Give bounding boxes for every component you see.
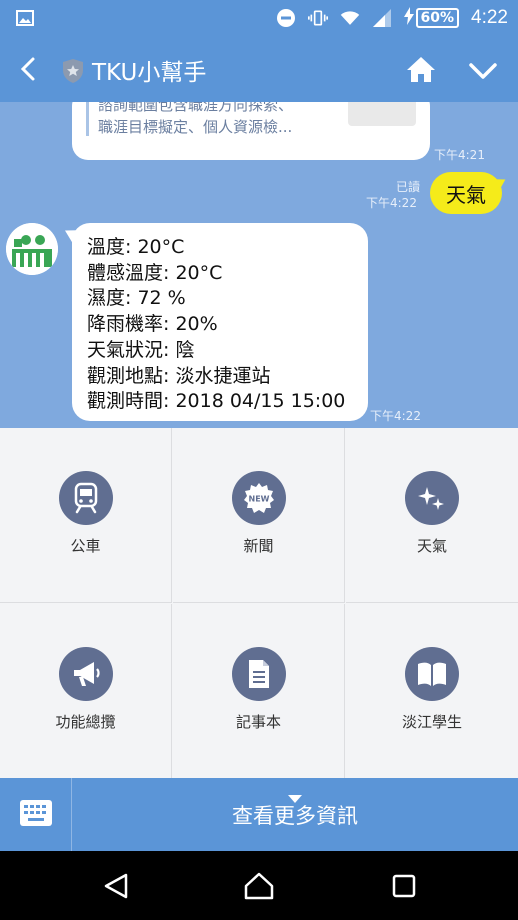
clock: 4:22	[471, 7, 508, 28]
weather-line: 體感溫度: 20°C	[87, 261, 223, 284]
menu-item-label: 新聞	[243, 537, 274, 555]
megaphone-icon	[59, 647, 113, 701]
document-icon	[232, 647, 286, 701]
menu-item-label: 記事本	[235, 713, 281, 731]
quote-bar	[86, 102, 89, 136]
weather-line: 觀測地點: 淡水捷運站	[87, 364, 271, 387]
new-badge-icon: NEW	[232, 471, 286, 525]
rich-menu: 公車 NEW 新聞 天氣 功能總攬 記事本 淡江學生	[0, 428, 518, 779]
weather-line: 觀測時間: 2018 04/15 15:00	[87, 390, 346, 413]
menu-item-news[interactable]: NEW 新聞	[173, 428, 345, 603]
weather-line: 天氣狀況: 陰	[87, 338, 195, 361]
back-icon[interactable]	[14, 54, 44, 84]
shield-icon	[61, 58, 85, 84]
message-time: 下午4:21	[434, 148, 485, 162]
nav-home-icon[interactable]	[244, 871, 274, 901]
home-icon[interactable]	[404, 52, 438, 86]
bottom-bar: 查看更多資訊	[0, 778, 518, 851]
message-time: 下午4:22	[370, 409, 421, 423]
user-message-bubble[interactable]: 天氣	[430, 172, 502, 214]
more-info-label: 查看更多資訊	[232, 804, 358, 828]
more-info-button[interactable]: 查看更多資訊	[72, 778, 518, 851]
charging-icon	[403, 7, 414, 29]
menu-item-weather[interactable]: 天氣	[346, 428, 518, 603]
do-not-disturb-icon	[276, 8, 296, 28]
wifi-icon	[340, 8, 360, 28]
message-time: 下午4:22	[366, 196, 417, 210]
menu-item-label: 公車	[70, 537, 101, 555]
nav-recents-icon[interactable]	[389, 871, 419, 901]
menu-item-label: 功能總攬	[55, 713, 116, 731]
chat-header: TKU小幫手	[0, 36, 518, 102]
previous-message-line: 諮詢範圍包含職涯方向探索、	[98, 102, 294, 114]
keyboard-icon	[19, 799, 53, 831]
user-message-text: 天氣	[446, 182, 486, 207]
status-bar: 60% 4:22	[0, 0, 518, 36]
signal-icon	[372, 8, 392, 28]
chat-area[interactable]: 諮詢範圍包含職涯方向探索、 職涯目標擬定、個人資源檢... 下午4:21 已讀 …	[0, 102, 518, 428]
previous-message-thumbnail	[348, 102, 416, 126]
nav-back-icon[interactable]	[101, 871, 131, 901]
menu-item-notebook[interactable]: 記事本	[173, 604, 345, 779]
read-label: 已讀	[396, 180, 421, 194]
weather-line: 溫度: 20°C	[87, 236, 185, 258]
vibrate-icon	[307, 8, 328, 28]
keyboard-button[interactable]	[0, 778, 72, 851]
menu-item-overview[interactable]: 功能總攬	[0, 604, 172, 779]
battery-level: 60%	[415, 8, 460, 28]
menu-item-label: 天氣	[416, 537, 447, 555]
sparkle-icon	[405, 471, 459, 525]
previous-message-bubble[interactable]: 諮詢範圍包含職涯方向探索、 職涯目標擬定、個人資源檢...	[72, 102, 430, 160]
book-icon	[405, 647, 459, 701]
previous-message-line: 職涯目標擬定、個人資源檢...	[98, 118, 293, 136]
bot-avatar[interactable]	[6, 223, 58, 275]
train-icon	[59, 471, 113, 525]
weather-line: 濕度: 72 %	[87, 287, 186, 310]
menu-item-bus[interactable]: 公車	[0, 428, 172, 603]
chat-title: TKU小幫手	[92, 60, 207, 86]
previous-message-text: 諮詢範圍包含職涯方向探索、 職涯目標擬定、個人資源檢...	[98, 102, 338, 138]
battery-indicator: 60%	[403, 7, 460, 29]
chevron-down-icon[interactable]	[466, 54, 500, 88]
image-icon	[16, 9, 34, 27]
menu-item-tku-student[interactable]: 淡江學生	[346, 604, 518, 779]
system-nav-bar	[0, 851, 518, 920]
svg-text:NEW: NEW	[249, 495, 270, 504]
menu-item-label: 淡江學生	[401, 713, 462, 731]
weather-line: 降雨機率: 20%	[87, 313, 218, 336]
bot-message-bubble[interactable]: 溫度: 20°C 體感溫度: 20°C 濕度: 72 % 降雨機率: 20% 天…	[72, 223, 368, 421]
